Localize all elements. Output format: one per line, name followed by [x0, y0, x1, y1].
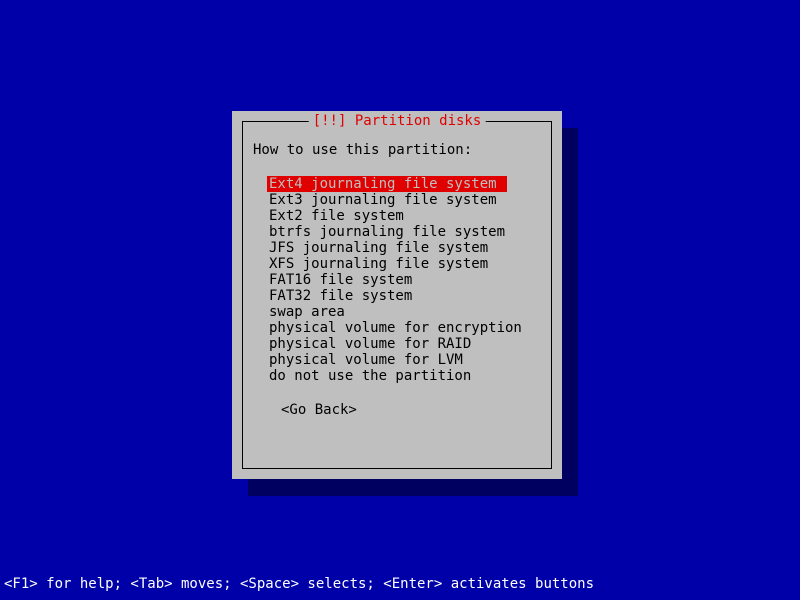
- option-item[interactable]: physical volume for RAID: [267, 336, 473, 352]
- option-item[interactable]: Ext4 journaling file system: [267, 176, 507, 192]
- go-back-button[interactable]: <Go Back>: [281, 402, 357, 418]
- help-bar: <F1> for help; <Tab> moves; <Space> sele…: [4, 576, 594, 592]
- options-list: Ext4 journaling file systemExt3 journali…: [267, 176, 541, 384]
- option-item[interactable]: btrfs journaling file system: [267, 224, 507, 240]
- option-item[interactable]: physical volume for LVM: [267, 352, 465, 368]
- dialog-title-text: Partition disks: [355, 113, 481, 129]
- option-item[interactable]: swap area: [267, 304, 347, 320]
- dialog-border: [!!] Partition disks How to use this par…: [242, 121, 552, 469]
- option-item[interactable]: physical volume for encryption: [267, 320, 524, 336]
- dialog-prompt: How to use this partition:: [253, 142, 541, 158]
- option-item[interactable]: do not use the partition: [267, 368, 473, 384]
- option-item[interactable]: FAT32 file system: [267, 288, 414, 304]
- option-item[interactable]: XFS journaling file system: [267, 256, 490, 272]
- option-item[interactable]: FAT16 file system: [267, 272, 414, 288]
- option-item[interactable]: Ext3 journaling file system: [267, 192, 499, 208]
- partition-dialog: [!!] Partition disks How to use this par…: [232, 111, 562, 479]
- dialog-title-mark: [!!]: [313, 113, 347, 129]
- option-item[interactable]: Ext2 file system: [267, 208, 406, 224]
- option-item[interactable]: JFS journaling file system: [267, 240, 490, 256]
- dialog-title: [!!] Partition disks: [309, 113, 486, 129]
